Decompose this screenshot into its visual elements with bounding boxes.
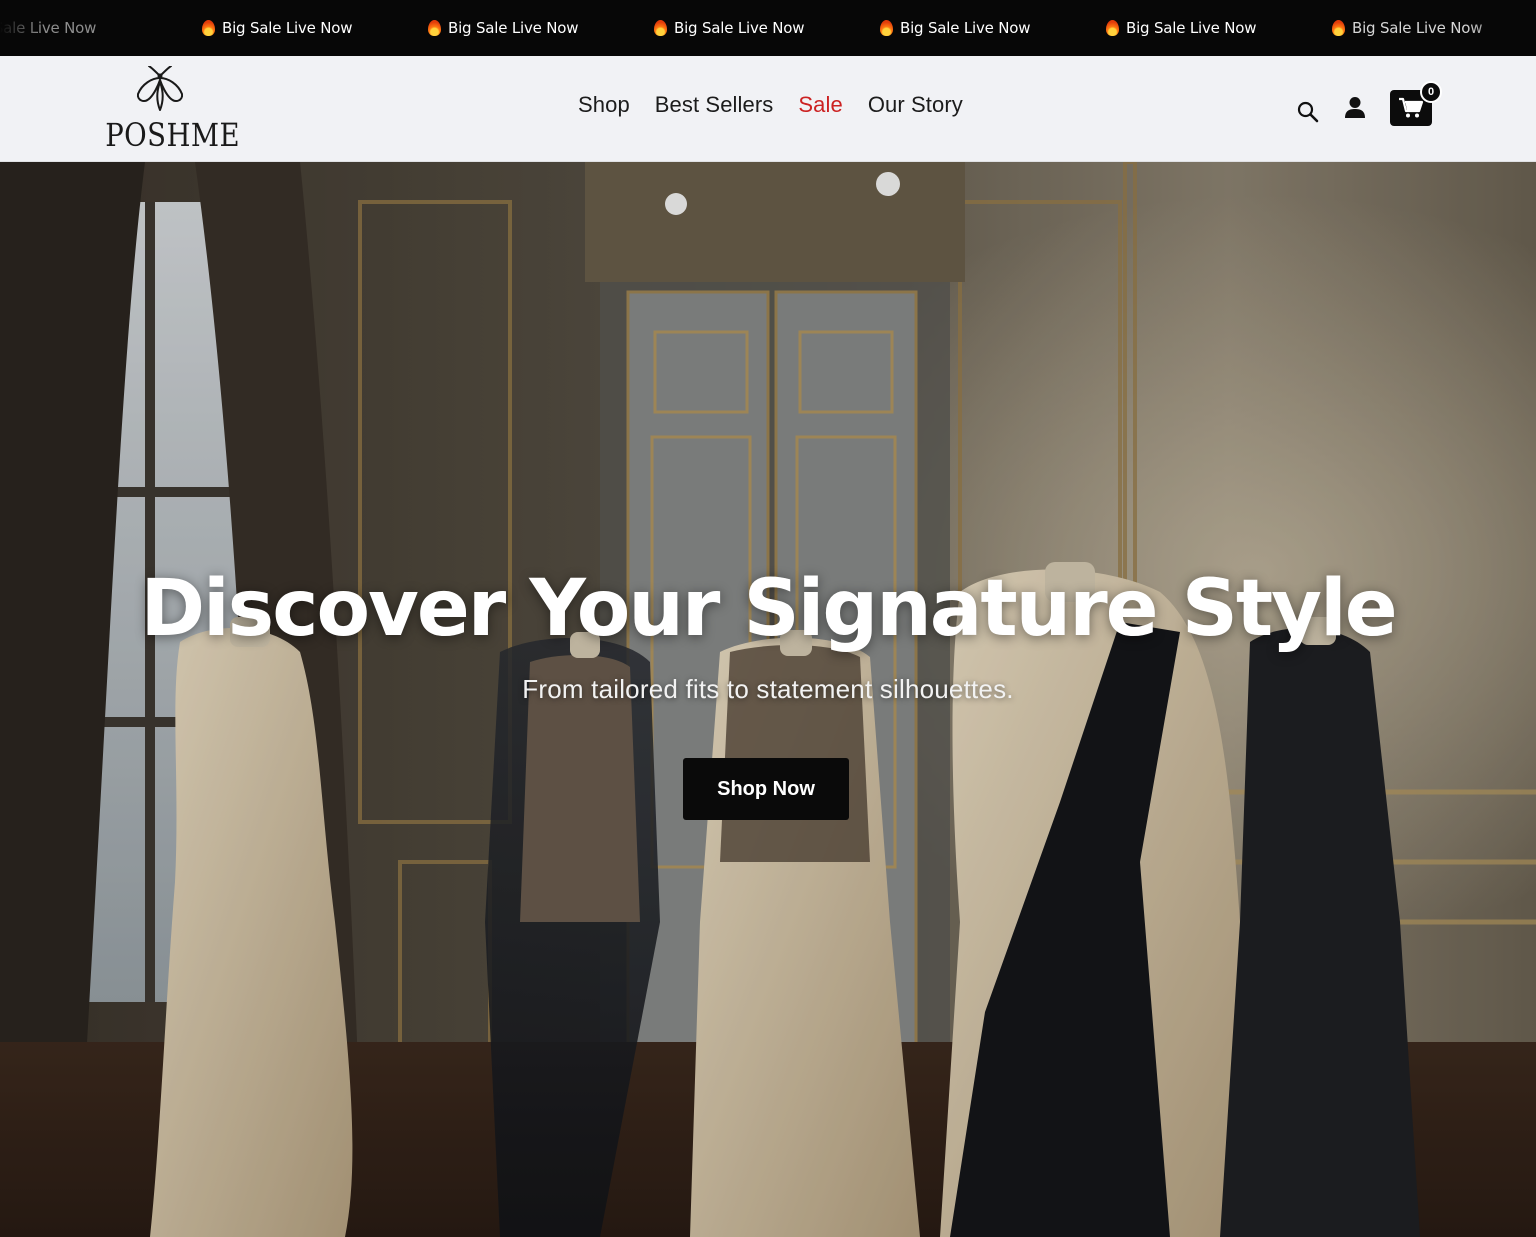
nav-item-sale[interactable]: Sale	[798, 92, 842, 118]
announcement-bar: ig Sale Live Now Big Sale Live Now Big S…	[0, 0, 1536, 56]
nav-item-best-sellers[interactable]: Best Sellers	[655, 92, 774, 118]
hero-banner: Discover Your Signature Style From tailo…	[0, 162, 1536, 1237]
fire-icon	[202, 20, 215, 36]
announcement-item: Big Sale Live Now	[648, 19, 874, 37]
announcement-item: Big Sale Live Now	[422, 19, 648, 37]
logo-text: POSHME	[105, 116, 241, 154]
search-icon[interactable]	[1296, 100, 1320, 124]
announcement-item: Big Sale Live Now	[1100, 19, 1326, 37]
nav-item-our-story[interactable]: Our Story	[868, 92, 963, 118]
fade-left	[0, 0, 40, 56]
cart-count-badge: 0	[1420, 81, 1442, 103]
nav-item-shop[interactable]: Shop	[578, 92, 630, 118]
announcement-text: Big Sale Live Now	[1126, 19, 1257, 37]
logo-mark-icon	[136, 66, 184, 111]
announcement-text: Big Sale Live Now	[448, 19, 579, 37]
fire-icon	[1106, 20, 1119, 36]
header-actions: 0	[1292, 81, 1442, 130]
announcement-text: Big Sale Live Now	[1352, 19, 1483, 37]
hero-title: Discover Your Signature Style	[140, 564, 1397, 654]
announcement-item: Big Sale Live Now	[196, 19, 422, 37]
main-nav: Shop Best Sellers Sale Our Story	[578, 92, 963, 118]
logo[interactable]: POSHME	[96, 66, 241, 156]
user-icon[interactable]	[1344, 96, 1366, 120]
announcement-text: Big Sale Live Now	[900, 19, 1031, 37]
announcement-track: ig Sale Live Now Big Sale Live Now Big S…	[0, 0, 1536, 56]
site-header: POSHME Shop Best Sellers Sale Our Story …	[0, 56, 1536, 162]
fire-icon	[654, 20, 667, 36]
announcement-text: Big Sale Live Now	[674, 19, 805, 37]
fade-right	[1466, 0, 1536, 56]
cart-icon	[1399, 97, 1424, 118]
fire-icon	[1332, 20, 1345, 36]
fire-icon	[880, 20, 893, 36]
fire-icon	[428, 20, 441, 36]
hero-subtitle: From tailored fits to statement silhouet…	[522, 674, 1014, 704]
shop-now-button[interactable]: Shop Now	[683, 758, 849, 820]
announcement-text: Big Sale Live Now	[222, 19, 353, 37]
announcement-item: Big Sale Live Now	[874, 19, 1100, 37]
